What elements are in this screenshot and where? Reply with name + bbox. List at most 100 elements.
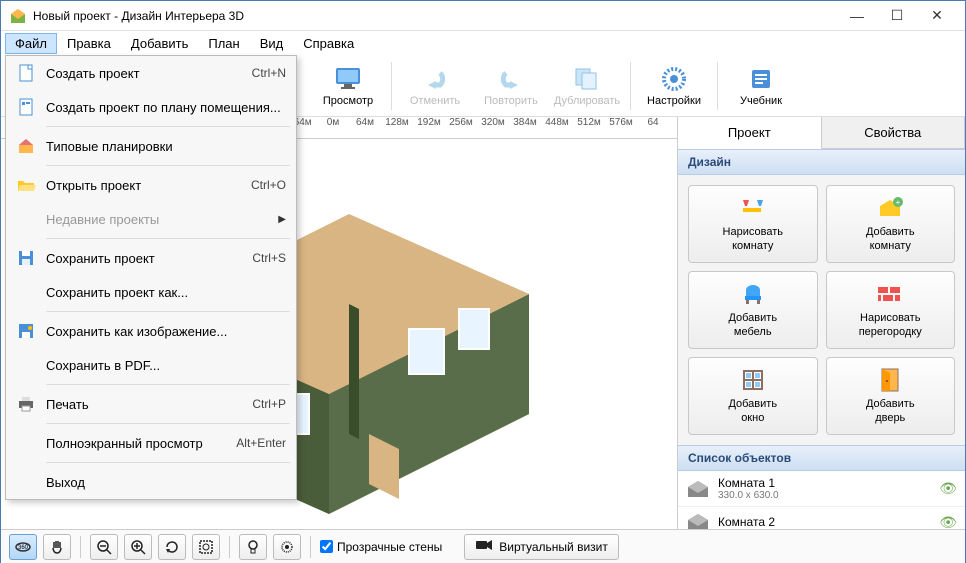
separator xyxy=(46,423,290,424)
menu-add[interactable]: Добавить xyxy=(121,33,198,54)
plan-file-icon xyxy=(12,95,40,119)
menu-fullscreen[interactable]: Полноэкранный просмотр Alt+Enter xyxy=(6,426,296,460)
add-window-button[interactable]: Добавитьокно xyxy=(688,357,818,435)
camera-icon xyxy=(475,538,493,555)
book-icon xyxy=(745,65,777,93)
menu-help[interactable]: Справка xyxy=(293,33,364,54)
right-panel: Проект Свойства Дизайн Нарисоватькомнату… xyxy=(677,117,965,529)
separator xyxy=(46,384,290,385)
separator xyxy=(310,536,311,558)
tutorial-button[interactable]: Учебник xyxy=(724,57,798,115)
room-icon: + xyxy=(874,194,906,222)
close-button[interactable]: ✕ xyxy=(917,1,957,31)
maximize-button[interactable]: ☐ xyxy=(877,1,917,31)
tab-properties[interactable]: Свойства xyxy=(822,117,966,148)
save-image-icon xyxy=(12,319,40,343)
window-title: Новый проект - Дизайн Интерьера 3D xyxy=(33,9,837,23)
printer-icon xyxy=(12,392,40,416)
app-icon xyxy=(9,7,27,25)
redo-icon xyxy=(495,65,527,93)
menu-typical-layouts[interactable]: Типовые планировки xyxy=(6,129,296,163)
file-dropdown: Создать проект Ctrl+N Создать проект по … xyxy=(5,55,297,500)
chair-icon xyxy=(737,280,769,308)
submenu-arrow-icon: ▶ xyxy=(278,214,286,225)
draw-wall-button[interactable]: Нарисоватьперегородку xyxy=(826,271,956,349)
pan-button[interactable] xyxy=(43,534,71,560)
zoom-reset-button[interactable] xyxy=(158,534,186,560)
object-name: Комната 2 xyxy=(718,515,931,529)
save-icon xyxy=(12,246,40,270)
fit-button[interactable] xyxy=(192,534,220,560)
rotate-360-button[interactable]: 360 xyxy=(9,534,37,560)
add-room-button[interactable]: + Добавитькомнату xyxy=(826,185,956,263)
pencil-ruler-icon xyxy=(737,194,769,222)
object-row[interactable]: Комната 2 👁 xyxy=(678,507,965,529)
door-icon xyxy=(874,366,906,394)
menu-print[interactable]: Печать Ctrl+P xyxy=(6,387,296,421)
duplicate-button[interactable]: Дублировать xyxy=(550,57,624,115)
menu-file[interactable]: Файл xyxy=(5,33,57,54)
bottom-toolbar: 360 Прозрачные стены Виртуальный визит xyxy=(1,529,965,563)
settings-button[interactable]: Настройки xyxy=(637,57,711,115)
menu-save-pdf[interactable]: Сохранить в PDF... xyxy=(6,348,296,382)
menu-save-as[interactable]: Сохранить проект как... xyxy=(6,275,296,309)
separator xyxy=(46,238,290,239)
separator xyxy=(229,536,230,558)
menu-edit[interactable]: Правка xyxy=(57,33,121,54)
transparent-walls-input[interactable] xyxy=(320,540,333,553)
svg-text:360: 360 xyxy=(18,545,29,551)
menu-save-image[interactable]: Сохранить как изображение... xyxy=(6,314,296,348)
menu-recent-projects: Недавние проекты ▶ xyxy=(6,202,296,236)
object-dimensions: 330.0 x 630.0 xyxy=(718,490,931,501)
menu-open-project[interactable]: Открыть проект Ctrl+O xyxy=(6,168,296,202)
section-design-header: Дизайн xyxy=(678,149,965,175)
section-objects-header: Список объектов xyxy=(678,445,965,471)
object-list: Комната 1 330.0 x 630.0 👁 Комната 2 👁 xyxy=(678,471,965,529)
bricks-icon xyxy=(874,280,906,308)
room-3d-icon xyxy=(686,479,710,499)
menu-exit[interactable]: Выход xyxy=(6,465,296,499)
zoom-in-button[interactable] xyxy=(124,534,152,560)
separator xyxy=(46,165,290,166)
svg-text:+: + xyxy=(896,198,901,207)
separator xyxy=(717,62,718,110)
separator xyxy=(630,62,631,110)
menu-create-project[interactable]: Создать проект Ctrl+N xyxy=(6,56,296,90)
menu-create-from-plan[interactable]: Создать проект по плану помещения... xyxy=(6,90,296,124)
visibility-icon[interactable]: 👁 xyxy=(939,480,957,497)
menubar: Файл Правка Добавить План Вид Справка xyxy=(1,31,965,55)
add-door-button[interactable]: Добавитьдверь xyxy=(826,357,956,435)
zoom-out-button[interactable] xyxy=(90,534,118,560)
undo-button[interactable]: Отменить xyxy=(398,57,472,115)
separator xyxy=(46,126,290,127)
duplicate-icon xyxy=(571,65,603,93)
minimize-button[interactable]: — xyxy=(837,1,877,31)
tab-project[interactable]: Проект xyxy=(678,117,822,149)
menu-view[interactable]: Вид xyxy=(250,33,294,54)
window-icon xyxy=(737,366,769,394)
house-icon xyxy=(12,134,40,158)
transparent-walls-checkbox[interactable]: Прозрачные стены xyxy=(320,540,442,554)
menu-save-project[interactable]: Сохранить проект Ctrl+S xyxy=(6,241,296,275)
folder-open-icon xyxy=(12,173,40,197)
titlebar: Новый проект - Дизайн Интерьера 3D — ☐ ✕ xyxy=(1,1,965,31)
light-button[interactable] xyxy=(239,534,267,560)
redo-button[interactable]: Повторить xyxy=(474,57,548,115)
add-furniture-button[interactable]: Добавитьмебель xyxy=(688,271,818,349)
visibility-icon[interactable]: 👁 xyxy=(939,514,957,530)
preview-button[interactable]: Просмотр xyxy=(311,57,385,115)
draw-room-button[interactable]: Нарисоватькомнату xyxy=(688,185,818,263)
new-file-icon xyxy=(12,61,40,85)
object-row[interactable]: Комната 1 330.0 x 630.0 👁 xyxy=(678,471,965,507)
object-name: Комната 1 xyxy=(718,476,931,490)
room-3d-icon xyxy=(686,512,710,529)
separator xyxy=(46,462,290,463)
monitor-icon xyxy=(332,65,364,93)
menu-plan[interactable]: План xyxy=(198,33,249,54)
settings-small-button[interactable] xyxy=(273,534,301,560)
separator xyxy=(80,536,81,558)
virtual-visit-button[interactable]: Виртуальный визит xyxy=(464,534,619,560)
gear-icon xyxy=(658,65,690,93)
separator xyxy=(391,62,392,110)
separator xyxy=(46,311,290,312)
